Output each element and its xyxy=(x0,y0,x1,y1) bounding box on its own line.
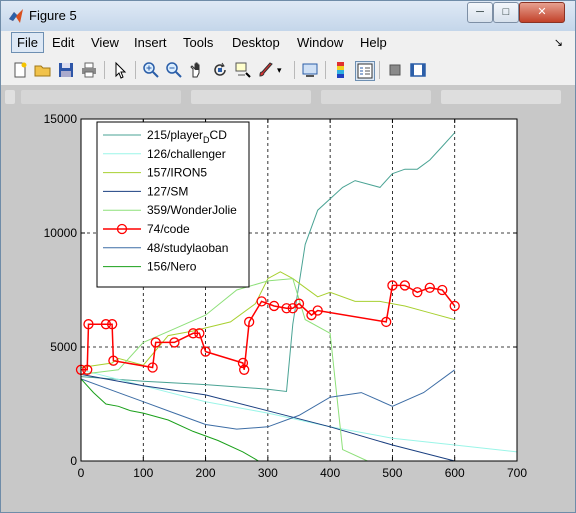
blur-block xyxy=(191,90,311,104)
toolbar-separator xyxy=(294,61,295,79)
obscured-region xyxy=(1,87,575,109)
maximize-button[interactable]: □ xyxy=(493,2,519,23)
close-button[interactable]: ✕ xyxy=(519,2,565,23)
zoom-in-icon[interactable] xyxy=(142,61,160,79)
menu-desktop[interactable]: Desktop xyxy=(232,35,280,50)
blur-block xyxy=(441,90,561,104)
legend-entry-label: 74/code xyxy=(147,222,190,236)
toolbar-separator xyxy=(135,61,136,79)
x-tick-label: 100 xyxy=(133,466,153,480)
blur-block xyxy=(5,90,15,104)
minimize-button[interactable]: ─ xyxy=(467,2,493,23)
legend-entry-label: 127/SM xyxy=(147,184,188,198)
show-tools-icon[interactable] xyxy=(409,61,427,79)
y-tick-label: 15000 xyxy=(44,112,78,126)
menu-insert[interactable]: Insert xyxy=(134,35,167,50)
y-tick-label: 5000 xyxy=(50,340,77,354)
x-tick-label: 300 xyxy=(258,466,278,480)
legend-entry-label: 359/WonderJolie xyxy=(147,203,237,217)
save-icon[interactable] xyxy=(57,61,75,79)
blur-block xyxy=(21,90,181,104)
x-tick-label: 700 xyxy=(507,466,527,480)
link-icon[interactable] xyxy=(301,61,319,79)
pan-icon[interactable] xyxy=(188,61,206,79)
zoom-out-icon[interactable] xyxy=(165,61,183,79)
data-cursor-icon[interactable] xyxy=(234,61,252,79)
menu-help[interactable]: Help xyxy=(360,35,387,50)
x-tick-label: 600 xyxy=(445,466,465,480)
x-tick-label: 400 xyxy=(320,466,340,480)
menu-tools[interactable]: Tools xyxy=(183,35,213,50)
new-figure-icon[interactable] xyxy=(11,61,29,79)
colorbar-icon[interactable] xyxy=(332,61,350,79)
menu-edit[interactable]: Edit xyxy=(52,35,74,50)
legend-entry-label: 126/challenger xyxy=(147,147,226,161)
pointer-icon[interactable] xyxy=(111,61,129,79)
x-tick-label: 200 xyxy=(196,466,216,480)
legend-icon[interactable] xyxy=(355,61,375,81)
toolbar-separator xyxy=(379,61,380,79)
menu-view[interactable]: View xyxy=(91,35,119,50)
legend-entry-label: 48/studylaoban xyxy=(147,241,228,255)
brush-icon[interactable] xyxy=(257,61,275,79)
y-tick-label: 10000 xyxy=(44,226,78,240)
x-tick-label: 500 xyxy=(382,466,402,480)
menu-file[interactable]: File xyxy=(11,32,44,53)
print-icon[interactable] xyxy=(80,61,98,79)
menu-window[interactable]: Window xyxy=(297,35,343,50)
menu-bar: File Edit View Insert Tools Desktop Wind… xyxy=(1,31,575,56)
rotate-icon[interactable] xyxy=(211,61,229,79)
x-tick-label: 0 xyxy=(78,466,85,480)
open-file-icon[interactable] xyxy=(34,61,52,79)
legend-entry-label: 157/IRON5 xyxy=(147,166,207,180)
title-bar[interactable]: Figure 5 ─ □ ✕ xyxy=(1,1,575,31)
window-title: Figure 5 xyxy=(29,8,77,23)
toolbar-separator xyxy=(104,61,105,79)
matlab-logo-icon xyxy=(9,9,23,23)
legend-entry-label: 156/Nero xyxy=(147,260,197,274)
y-tick-label: 0 xyxy=(70,454,77,468)
figure-canvas[interactable]: 0 100 200 300 400 500 600 700050001000015000215… xyxy=(1,109,575,511)
hide-tools-icon[interactable] xyxy=(386,61,404,79)
toolbar-separator xyxy=(325,61,326,79)
dock-arrow-icon[interactable]: ↘ xyxy=(554,36,563,49)
brush-dropdown-icon[interactable]: ▾ xyxy=(277,61,295,79)
figure-window: Figure 5 ─ □ ✕ File Edit View Insert Too… xyxy=(0,0,576,513)
blur-block xyxy=(321,90,431,104)
toolbar: ▾ xyxy=(1,55,575,86)
